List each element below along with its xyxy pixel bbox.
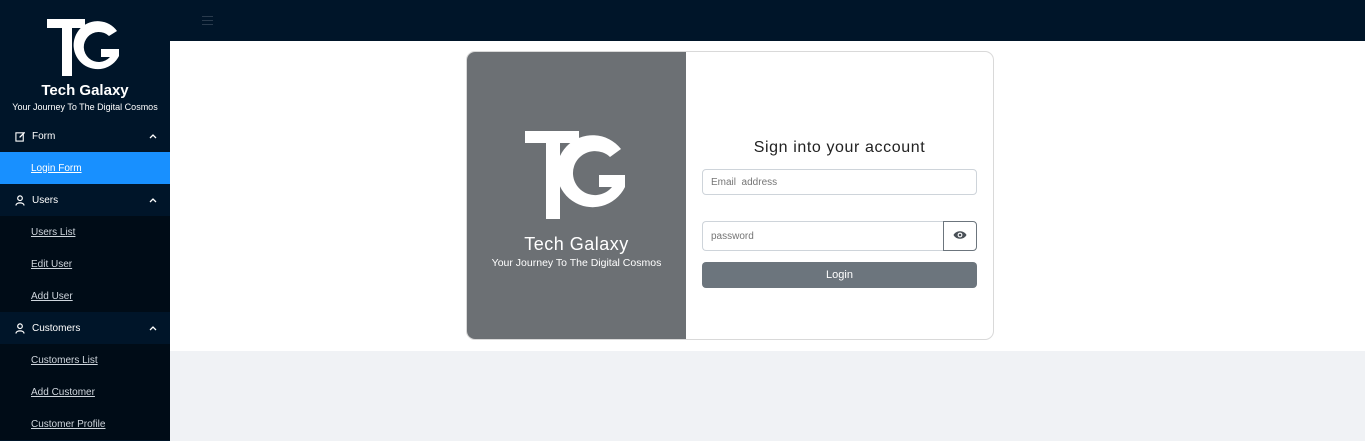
login-card: Tech Galaxy Your Journey To The Digital … xyxy=(466,51,994,340)
submenu-users: Users List Edit User Add User xyxy=(0,216,170,312)
brand-subtitle: Your Journey To The Digital Cosmos xyxy=(12,102,158,112)
menu-group-label: Form xyxy=(32,130,56,142)
submenu-form: Login Form xyxy=(0,152,170,184)
menu-group-customers[interactable]: Customers xyxy=(0,312,170,344)
password-field[interactable] xyxy=(702,221,943,251)
panel-subtitle: Your Journey To The Digital Cosmos xyxy=(491,257,662,269)
brand: Tech Galaxy Your Journey To The Digital … xyxy=(0,0,170,120)
user-icon xyxy=(14,194,26,206)
sidebar-item-users-list[interactable]: Users List xyxy=(0,216,170,248)
menu-group-label: Users xyxy=(32,194,59,206)
eye-icon xyxy=(953,227,967,245)
menu-group-users[interactable]: Users xyxy=(0,184,170,216)
main-content: Tech Galaxy Your Journey To The Digital … xyxy=(170,41,1365,351)
email-field[interactable] xyxy=(702,169,977,195)
signin-heading: Sign into your account xyxy=(753,139,926,156)
chevron-up-icon xyxy=(148,131,158,141)
edit-icon xyxy=(14,130,26,142)
top-header xyxy=(170,0,1365,41)
chevron-up-icon xyxy=(148,323,158,333)
submenu-customers: Customers List Add Customer Customer Pro… xyxy=(0,344,170,440)
sidebar-item-customers-list[interactable]: Customers List xyxy=(0,344,170,376)
panel-title: Tech Galaxy xyxy=(524,234,629,254)
sidebar-item-customer-profile[interactable]: Customer Profile xyxy=(0,408,170,440)
sidebar-item-add-customer[interactable]: Add Customer xyxy=(0,376,170,408)
menu-group-form[interactable]: Form xyxy=(0,120,170,152)
sidebar-item-login-form[interactable]: Login Form xyxy=(0,152,170,184)
brand-panel: Tech Galaxy Your Journey To The Digital … xyxy=(467,52,686,339)
tg-logo xyxy=(524,131,625,219)
user-icon xyxy=(14,322,26,334)
login-button[interactable]: Login xyxy=(702,262,977,288)
password-group xyxy=(702,221,977,251)
sidebar-item-add-user[interactable]: Add User xyxy=(0,280,170,312)
menu-group-label: Customers xyxy=(32,322,81,334)
sidebar-item-edit-user[interactable]: Edit User xyxy=(0,248,170,280)
tg-logo xyxy=(47,19,119,76)
brand-title: Tech Galaxy xyxy=(41,82,129,99)
sidebar: Tech Galaxy Your Journey To The Digital … xyxy=(0,0,170,441)
login-form: Sign into your account Login xyxy=(686,52,993,339)
show-password-button[interactable] xyxy=(943,221,977,251)
chevron-up-icon xyxy=(148,195,158,205)
hamburger-icon[interactable] xyxy=(202,16,213,25)
